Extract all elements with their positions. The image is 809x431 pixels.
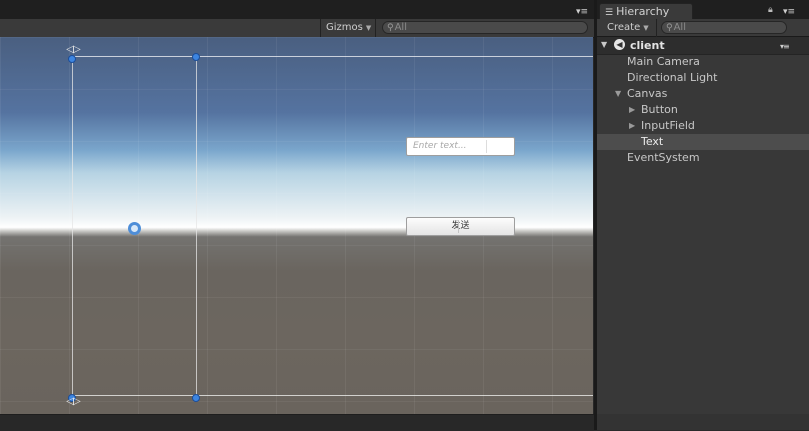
input-divider	[486, 140, 487, 153]
unity-scene-icon: ◀	[614, 39, 625, 50]
scene-toolbar: Gizmos ▼ ⚲All	[0, 19, 594, 38]
lock-icon[interactable]: 🔒︎	[768, 5, 777, 15]
panel-menu-icon[interactable]: ▾≡	[576, 8, 588, 17]
scene-header-row[interactable]: ▼ ◀ client ▾≡	[597, 37, 809, 55]
hierarchy-item-label: Text	[641, 135, 664, 148]
tab-hierarchy[interactable]: ☰ Hierarchy	[599, 3, 693, 19]
hierarchy-item-label: EventSystem	[627, 151, 700, 164]
hierarchy-item[interactable]: Main Camera	[597, 54, 809, 70]
hierarchy-item[interactable]: ▼ Canvas	[597, 86, 809, 102]
input-placeholder: Enter text...	[413, 141, 467, 151]
send-button-label: 发送	[451, 221, 470, 231]
fold-arrow-icon[interactable]: ▼	[601, 40, 607, 49]
hierarchy-bottom	[597, 414, 809, 430]
scene-bottom-bar	[0, 414, 594, 431]
preview-send-button[interactable]: 发送	[406, 217, 515, 236]
create-label: Create	[607, 22, 641, 33]
preview-input-field[interactable]: Enter text...	[406, 137, 515, 156]
chevron-down-icon: ▼	[643, 24, 649, 32]
canvas-rect-bottom-edge	[72, 395, 593, 396]
hierarchy-item[interactable]: Text	[597, 134, 809, 150]
collapsed-arrow-icon[interactable]: ▶	[629, 118, 635, 134]
search-icon: ⚲	[666, 23, 673, 33]
anchor-top-icon[interactable]: ◁▷	[61, 44, 85, 56]
anchor-bottom-icon[interactable]: ◁▷	[61, 396, 85, 408]
hierarchy-tabstrip: ☰ Hierarchy 🔒︎ ▾≡	[597, 0, 809, 19]
hierarchy-item-label: InputField	[641, 119, 695, 132]
scene-view-panel: ▾≡ Gizmos ▼ ⚲All ◁▷ ◁▷ Enter text... 发送	[0, 0, 594, 431]
panel-menu-icon[interactable]: ▾≡	[783, 8, 795, 17]
hierarchy-item-label: Canvas	[627, 87, 668, 100]
expanded-arrow-icon[interactable]: ▼	[615, 86, 621, 102]
scene-menu-icon[interactable]: ▾≡	[780, 42, 790, 51]
hierarchy-item[interactable]: EventSystem	[597, 150, 809, 166]
rect-handle-top-left[interactable]	[68, 55, 76, 63]
hierarchy-item-label: Button	[641, 103, 678, 116]
hierarchy-item-label: Directional Light	[627, 71, 718, 84]
canvas-rect-left-edge	[72, 56, 73, 396]
scene-name: client	[630, 39, 665, 52]
chevron-down-icon: ▼	[365, 24, 372, 32]
scene-viewport[interactable]: ◁▷ ◁▷ Enter text... 发送	[0, 37, 593, 414]
hierarchy-item[interactable]: Directional Light	[597, 70, 809, 86]
create-dropdown[interactable]: Create ▼	[597, 19, 657, 37]
rect-handle-top-right[interactable]	[192, 53, 200, 61]
pivot-icon[interactable]	[128, 222, 141, 235]
scene-search-input[interactable]: ⚲All	[382, 21, 588, 34]
text-rect-right-edge	[196, 56, 197, 396]
collapsed-arrow-icon[interactable]: ▶	[629, 102, 635, 118]
tab-hierarchy-label: Hierarchy	[616, 5, 670, 18]
hierarchy-item[interactable]: ▶ InputField	[597, 118, 809, 134]
hierarchy-item[interactable]: ▶ Button	[597, 102, 809, 118]
gizmos-label: Gizmos	[326, 22, 363, 33]
button-divider	[458, 220, 459, 233]
scene-tabstrip	[0, 0, 594, 19]
list-icon: ☰	[605, 8, 614, 18]
hierarchy-search-placeholder: All	[673, 22, 686, 33]
gizmos-dropdown[interactable]: Gizmos ▼	[320, 19, 376, 37]
search-icon: ⚲	[387, 23, 394, 33]
hierarchy-search-input[interactable]: ⚲All	[661, 21, 787, 34]
hierarchy-panel: ☰ Hierarchy 🔒︎ ▾≡ Create ▼ ⚲All ▼ ◀ client…	[597, 0, 809, 430]
rect-handle-bottom-right[interactable]	[192, 394, 200, 402]
hierarchy-toolbar: Create ▼ ⚲All	[597, 19, 809, 37]
canvas-rect-top-edge	[72, 56, 593, 57]
scene-search-placeholder: All	[394, 22, 407, 33]
hierarchy-item-label: Main Camera	[627, 55, 700, 68]
